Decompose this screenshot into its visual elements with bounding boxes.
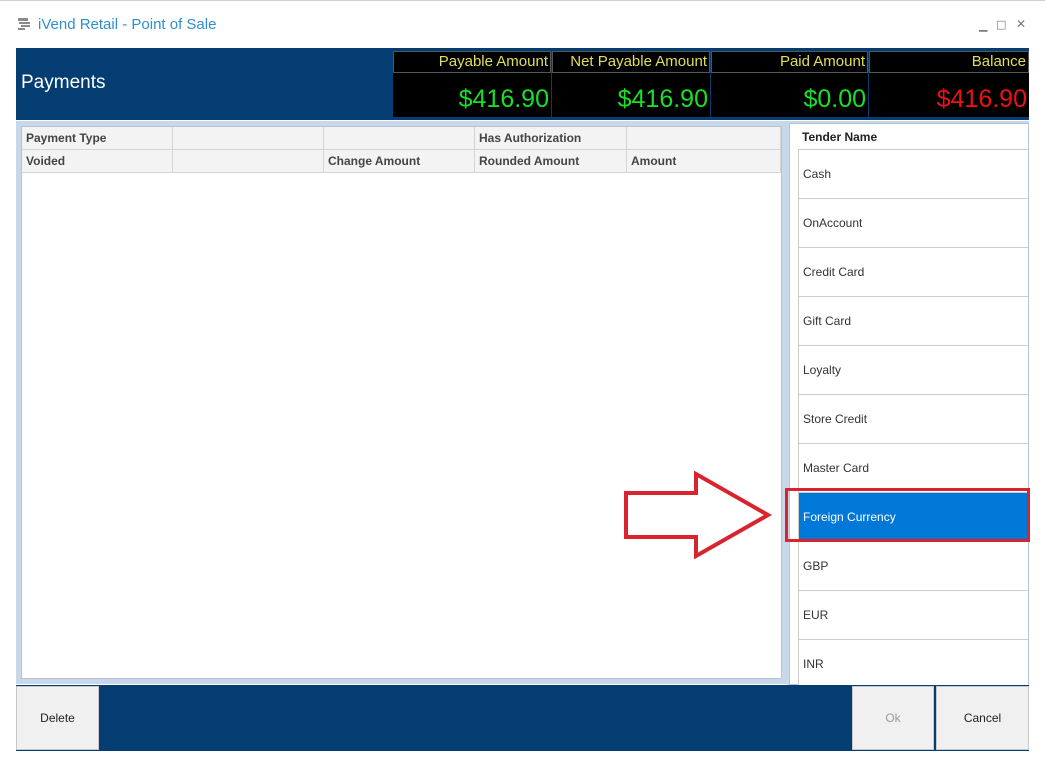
col-blank-4[interactable]	[173, 150, 324, 173]
tender-item-gbp[interactable]: GBP	[798, 541, 1028, 590]
payments-grid-frame: Payment Type Has Authorization Voided Ch…	[16, 121, 787, 684]
delete-button[interactable]: Delete	[16, 686, 99, 750]
pos-window: iVend Retail - Point of Sale ▁ □ ✕ Payme…	[0, 0, 1045, 766]
balance-label: Balance	[869, 51, 1029, 73]
ok-button[interactable]: Ok	[852, 686, 934, 750]
payable-amount-label: Payable Amount	[393, 51, 551, 73]
net-payable-amount-box: Net Payable Amount $416.90	[552, 51, 710, 117]
right-arrow-icon	[624, 471, 772, 559]
payments-header: Payments Payable Amount $416.90 Net Paya…	[16, 48, 1029, 120]
net-payable-amount-value: $416.90	[617, 85, 708, 113]
tender-panel: Tender Name Cash OnAccount Credit Card G…	[787, 121, 1029, 688]
payable-amount-value: $416.90	[458, 85, 549, 113]
balance-box: Balance $416.90	[869, 51, 1029, 117]
tender-item-gift-card[interactable]: Gift Card	[798, 296, 1028, 345]
page-title: Payments	[21, 72, 106, 93]
paid-amount-value: $0.00	[803, 85, 866, 113]
tender-list: Tender Name Cash OnAccount Credit Card G…	[789, 123, 1029, 688]
tender-item-foreign-currency[interactable]: Foreign Currency	[798, 492, 1028, 541]
app-icon	[18, 18, 30, 30]
minimize-icon[interactable]: ▁	[979, 19, 987, 32]
tender-item-inr[interactable]: INR	[798, 639, 1028, 688]
col-change-amount[interactable]: Change Amount	[324, 150, 475, 173]
payments-grid[interactable]: Payment Type Has Authorization Voided Ch…	[21, 126, 782, 679]
col-voided[interactable]: Voided	[22, 150, 173, 173]
tender-item-store-credit[interactable]: Store Credit	[798, 394, 1028, 443]
grid-header: Payment Type Has Authorization Voided Ch…	[22, 127, 781, 173]
tender-item-cash[interactable]: Cash	[798, 149, 1028, 198]
net-payable-amount-label: Net Payable Amount	[552, 51, 710, 73]
tender-name-header: Tender Name	[790, 124, 1028, 150]
window-title: iVend Retail - Point of Sale	[38, 16, 217, 33]
maximize-icon[interactable]: □	[996, 18, 1006, 31]
bottom-bar: Delete Ok Cancel	[16, 685, 1029, 751]
tender-item-eur[interactable]: EUR	[798, 590, 1028, 639]
col-amount[interactable]: Amount	[627, 150, 781, 173]
col-blank-3[interactable]	[627, 127, 781, 150]
tender-item-master-card[interactable]: Master Card	[798, 443, 1028, 492]
close-icon[interactable]: ✕	[1016, 17, 1026, 31]
paid-amount-label: Paid Amount	[711, 51, 868, 73]
paid-amount-box: Paid Amount $0.00	[711, 51, 868, 117]
tender-item-credit-card[interactable]: Credit Card	[798, 247, 1028, 296]
payable-amount-box: Payable Amount $416.90	[393, 51, 551, 117]
balance-value: $416.90	[936, 85, 1027, 113]
cancel-button[interactable]: Cancel	[936, 686, 1029, 750]
col-rounded-amount[interactable]: Rounded Amount	[475, 150, 627, 173]
col-has-authorization[interactable]: Has Authorization	[475, 127, 627, 150]
tender-item-onaccount[interactable]: OnAccount	[798, 198, 1028, 247]
col-blank-1[interactable]	[173, 127, 324, 150]
col-blank-2[interactable]	[324, 127, 475, 150]
title-bar: iVend Retail - Point of Sale ▁ □ ✕	[0, 1, 1045, 47]
tender-item-loyalty[interactable]: Loyalty	[798, 345, 1028, 394]
col-payment-type[interactable]: Payment Type	[22, 127, 173, 150]
